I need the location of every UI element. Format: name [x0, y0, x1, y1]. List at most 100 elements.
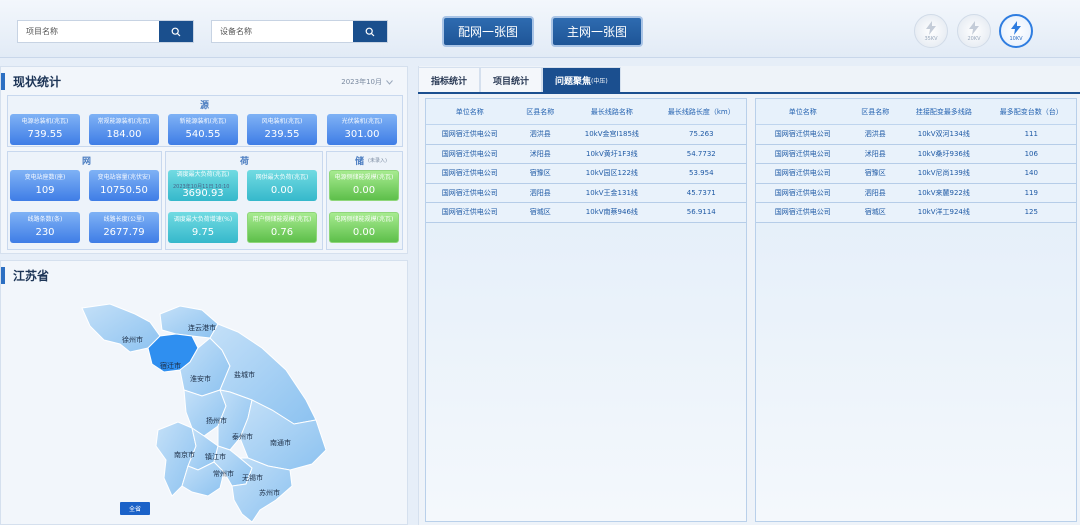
device-search — [211, 20, 388, 43]
voltage-35kv-button[interactable]: 35KV — [914, 14, 948, 48]
table-row[interactable]: 国网宿迁供电公司 泗洪县 10kV双河134线 111 — [756, 125, 1076, 145]
stat-card[interactable]: 网供最大负荷(兆瓦) 0.00 — [247, 170, 317, 201]
tab-label: 指标统计 — [431, 76, 468, 87]
map-label-huaian: 淮安市 — [190, 375, 211, 383]
voltage-label: 10KV — [1009, 35, 1023, 42]
stat-card[interactable]: 线路条数(条) 230 — [10, 212, 80, 243]
table-row[interactable]: 国网宿迁供电公司 宿豫区 10kV尼尚139线 140 — [756, 164, 1076, 184]
stat-value: 0.00 — [352, 227, 376, 238]
voltage-10kv-button[interactable]: 10KV — [999, 14, 1033, 48]
stat-value: 239.55 — [264, 129, 300, 140]
stat-value: 10750.50 — [100, 185, 148, 196]
table-cell: 宿豫区 — [864, 169, 886, 178]
table-cell: 45.7371 — [686, 188, 716, 197]
table-cell: 泗洪县 — [864, 130, 886, 139]
voltage-20kv-button[interactable]: 20KV — [957, 14, 991, 48]
tab-indicator-stats[interactable]: 指标统计 — [418, 67, 481, 92]
table-cell: 国网宿迁供电公司 — [774, 130, 831, 139]
table-row[interactable]: 国网宿迁供电公司 沭阳县 10kV黄圩1F3线 54.7732 — [426, 144, 746, 164]
stat-card[interactable]: 电源侧储能规模(兆瓦) 0.00 — [329, 170, 399, 201]
map-panel-title: 江苏省 — [13, 269, 50, 283]
storage-group-title: 储 — [355, 157, 365, 167]
table-cell: 国网宿迁供电公司 — [774, 169, 831, 178]
stat-label: 电源总装机(兆瓦) — [21, 118, 69, 125]
tab-label: 问题聚焦 — [555, 76, 592, 87]
month-value: 2023年10月 — [341, 78, 382, 86]
table-cell: 宿城区 — [864, 208, 886, 217]
stat-value: 301.00 — [344, 129, 380, 140]
table-cell: 111 — [1024, 130, 1038, 139]
table-row[interactable]: 国网宿迁供电公司 沭阳县 10kV桑圩936线 106 — [756, 144, 1076, 164]
stat-card[interactable]: 电网侧储能规模(兆瓦) 0.00 — [329, 212, 399, 243]
map-label-lianyungang: 连云港市 — [188, 324, 216, 332]
device-search-button[interactable] — [353, 21, 387, 42]
table-cell: 宿豫区 — [529, 169, 551, 178]
stat-card[interactable]: 调度最大负荷增速(%) 9.75 — [168, 212, 238, 243]
table-row[interactable]: 国网宿迁供电公司 泗阳县 10kV来麓922线 119 — [756, 183, 1076, 203]
lightning-icon — [926, 20, 936, 35]
map-region-lianyungang[interactable] — [159, 305, 219, 339]
source-group-title: 源 — [200, 101, 210, 111]
table-cell: 10kV黄圩1F3线 — [586, 149, 638, 158]
stat-card[interactable]: 电源总装机(兆瓦) 739.55 — [10, 114, 80, 145]
stat-card[interactable]: 新能源装机(兆瓦) 540.55 — [168, 114, 238, 145]
project-search-button[interactable] — [159, 21, 193, 42]
table-row[interactable]: 国网宿迁供电公司 宿城区 10kV洋工924线 125 — [756, 203, 1076, 223]
device-search-input[interactable] — [212, 21, 353, 42]
table-row[interactable]: 国网宿迁供电公司 宿城区 10kV南蔡946线 56.9114 — [426, 203, 746, 223]
most-transformers-table: 单位名称 区县名称 挂接配变最多线路 最多配变台数（台） 国网宿迁供电公司 泗洪… — [755, 98, 1077, 522]
stat-label: 变电站容量(兆伏安) — [97, 174, 151, 181]
dist-net-map-button[interactable]: 配网一张图 — [444, 18, 532, 45]
load-timestamp: 2023年10月11日 10:10 — [173, 184, 230, 190]
table-cell: 宿城区 — [529, 208, 551, 217]
table-cell: 125 — [1024, 208, 1038, 217]
stat-label: 变电站座数(座) — [24, 174, 66, 181]
top-bar: 配网一张图 主网一张图 35KV 20KV 10KV — [0, 0, 1080, 58]
stat-label: 调度最大负荷(兆瓦) — [176, 171, 230, 178]
map-label-zhenjiang: 镇江市 — [205, 453, 226, 461]
project-search-input[interactable] — [18, 21, 159, 42]
stat-label: 电网侧储能规模(兆瓦) — [334, 216, 394, 223]
stat-value: 109 — [35, 185, 55, 196]
map-label-taizhou: 泰州市 — [232, 433, 253, 441]
main-net-map-button[interactable]: 主网一张图 — [553, 18, 641, 45]
table-cell: 10kV金宫Ⅰ185线 — [584, 130, 639, 139]
whole-province-button[interactable]: 全省 — [120, 502, 150, 515]
tab-project-stats[interactable]: 项目统计 — [480, 67, 543, 92]
voltage-label: 20KV — [967, 35, 981, 42]
tab-sublabel: (中压) — [591, 77, 608, 85]
month-select[interactable]: 2023年10月 — [341, 77, 393, 87]
map-region-changzhou[interactable] — [181, 461, 225, 497]
stat-card[interactable]: 变电站容量(兆伏安) 10750.50 — [89, 170, 159, 201]
status-panel: 现状统计 2023年10月 源 电源总装机(兆瓦) 739.55 常规能源装机(… — [0, 66, 408, 254]
table-header-row: 单位名称 区县名称 挂接配变最多线路 最多配变台数（台） — [756, 99, 1076, 125]
table-cell: 国网宿迁供电公司 — [441, 188, 498, 197]
stat-card[interactable]: 变电站座数(座) 109 — [10, 170, 80, 201]
table-cell: 国网宿迁供电公司 — [774, 208, 831, 217]
table-cell: 10kV双河134线 — [917, 130, 970, 139]
table-cell: 国网宿迁供电公司 — [441, 130, 498, 139]
jiangsu-map[interactable] — [80, 300, 330, 525]
stat-card[interactable]: 光伏装机(兆瓦) 301.00 — [327, 114, 397, 145]
chevron-down-icon — [386, 79, 393, 85]
stat-label: 光伏装机(兆瓦) — [341, 118, 383, 125]
tab-label: 项目统计 — [493, 76, 530, 87]
tab-problem-focus[interactable]: 问题聚焦 (中压) — [542, 67, 621, 92]
tab-underline — [418, 92, 1080, 94]
stat-label: 网供最大负荷(兆瓦) — [255, 174, 309, 181]
stat-card[interactable]: 风电装机(兆瓦) 239.55 — [247, 114, 317, 145]
table-row[interactable]: 国网宿迁供电公司 泗洪县 10kV金宫Ⅰ185线 75.263 — [426, 125, 746, 145]
title-accent — [1, 73, 5, 90]
stat-card[interactable]: 常规能源装机(兆瓦) 184.00 — [89, 114, 159, 145]
table-row[interactable]: 国网宿迁供电公司 泗阳县 10kV王金131线 45.7371 — [426, 183, 746, 203]
map-panel-header: 江苏省 — [1, 267, 49, 284]
column-header: 最多配变台数（台） — [999, 107, 1063, 116]
stat-card[interactable]: 线路长度(公里) 2677.79 — [89, 212, 159, 243]
project-search — [17, 20, 194, 43]
map-region-xuzhou[interactable] — [81, 303, 161, 353]
table-row[interactable]: 国网宿迁供电公司 宿豫区 10kV园区122线 53.954 — [426, 164, 746, 184]
stat-card[interactable]: 用户侧储能规模(兆瓦) 0.76 — [247, 212, 317, 243]
table-cell: 国网宿迁供电公司 — [441, 149, 498, 158]
table-cell: 56.9114 — [686, 208, 716, 217]
table-cell: 国网宿迁供电公司 — [774, 149, 831, 158]
